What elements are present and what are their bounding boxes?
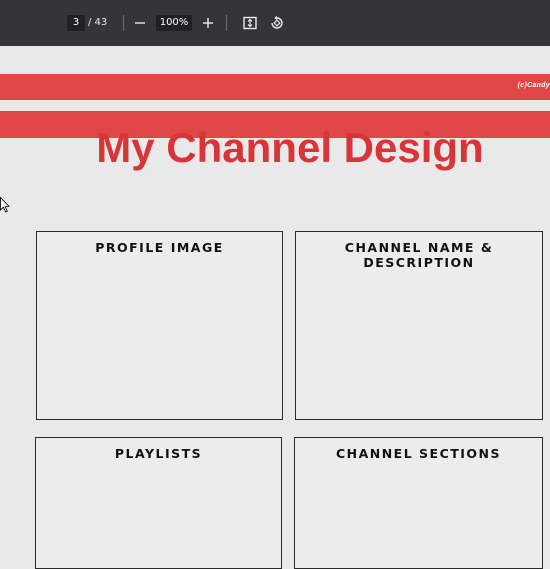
fit-page-icon [243,16,257,30]
page-number-input[interactable]: 3 [67,15,85,31]
pdf-toolbar: 3 / 43 100% [0,0,550,46]
playlists-box: PLAYLISTS [35,437,282,569]
rotate-button[interactable] [267,13,287,33]
profile-image-box: PROFILE IMAGE [36,231,283,420]
channel-name-description-box: CHANNEL NAME & DESCRIPTION [295,231,543,420]
mouse-cursor-icon [0,197,10,213]
zoom-in-button[interactable] [198,13,218,33]
box-label: PLAYLISTS [114,446,203,461]
toolbar-divider [123,15,124,31]
zoom-out-button[interactable] [130,13,150,33]
header-red-band: (c)Candy [0,74,550,100]
box-label: CHANNEL SECTIONS [335,446,502,461]
box-label: PROFILE IMAGE [95,240,224,255]
channel-sections-box: CHANNEL SECTIONS [294,437,543,569]
fit-page-button[interactable] [240,13,260,33]
page-total-label: / 43 [88,17,108,28]
document-page: (c)Candy My Channel Design PROFILE IMAGE… [0,46,550,569]
page-title: My Channel Design [96,124,484,171]
box-label: CHANNEL NAME & DESCRIPTION [344,240,494,270]
zoom-in-icon [203,18,213,28]
brand-watermark: (c)Candy [517,82,550,89]
toolbar-divider [226,15,227,31]
zoom-level-input[interactable]: 100% [156,15,192,31]
zoom-out-icon [135,22,145,24]
rotate-icon [271,15,283,29]
